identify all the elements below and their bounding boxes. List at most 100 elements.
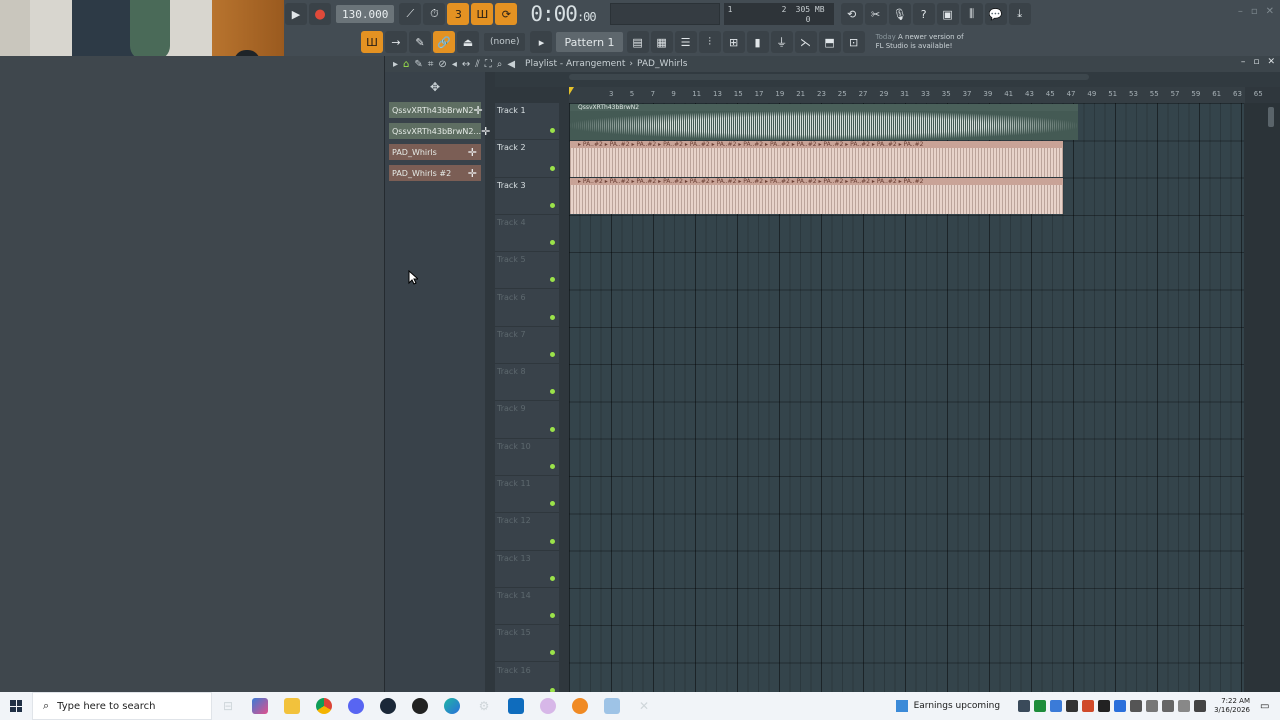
countdown-icon[interactable]: 3 (447, 3, 470, 25)
app-red-icon[interactable] (404, 692, 436, 720)
track-header[interactable]: Track 1 (495, 103, 559, 141)
vertical-scrollbar[interactable] (1244, 103, 1280, 693)
help-icon[interactable]: ? (912, 3, 935, 25)
slip-icon[interactable]: ↔ (462, 59, 470, 70)
mute-icon[interactable]: ◂ (452, 59, 457, 70)
paint-icon[interactable]: ✎ (414, 59, 422, 70)
download-icon[interactable]: ⤓ (1008, 3, 1031, 25)
picker-clip-item[interactable]: PAD_Whirls #2 ✛ (389, 165, 481, 181)
mixer-window-icon[interactable]: ⫶ (698, 31, 721, 53)
snap-icon[interactable]: Ш (361, 31, 383, 53)
picker-clip-item[interactable]: QssvXRTh43bBrwN2 ✛ (389, 102, 483, 118)
delete-icon[interactable]: ⊘ (438, 59, 446, 70)
track-mute-led[interactable] (550, 314, 555, 320)
metronome-icon[interactable]: ⟋ (399, 3, 422, 25)
app-pink-icon[interactable] (532, 692, 564, 720)
undo-icon[interactable]: ⟲ (840, 3, 863, 25)
track-mute-led[interactable] (550, 277, 555, 283)
news-widget[interactable]: Earnings upcoming (895, 700, 1000, 712)
record-button[interactable]: ● (309, 3, 331, 25)
slice-icon[interactable]: ⫽ (475, 59, 479, 70)
pencil-icon[interactable]: ✎ (409, 31, 431, 53)
select-icon[interactable]: ⛶ (485, 59, 492, 70)
plug-icon[interactable]: ⏚ (770, 31, 793, 53)
track-mute-led[interactable] (550, 613, 555, 619)
chrome-icon[interactable] (308, 692, 340, 720)
pattern-select[interactable]: Pattern 1 (556, 32, 623, 52)
pattern-clip-track2[interactable]: ▸ PA..#2 ▸ PA..#2 ▸ PA..#2 ▸ PA..#2 ▸ PA… (570, 141, 1063, 177)
track-header[interactable]: Track 14 (495, 588, 559, 626)
steam-icon[interactable] (372, 692, 404, 720)
track-header[interactable]: Track 12 (495, 513, 559, 551)
speaker-icon[interactable]: ◀ (507, 59, 515, 70)
track-header[interactable]: Track 3 (495, 178, 559, 215)
track-mute-led[interactable] (550, 389, 555, 395)
store-icon[interactable]: ⊡ (842, 31, 865, 53)
track-header[interactable]: Track 4 (495, 215, 559, 253)
save-icon[interactable]: ▣ (936, 3, 959, 25)
track-mute-led[interactable] (550, 128, 555, 134)
playlist-current-pattern[interactable]: PAD_Whirls (637, 59, 687, 69)
loop-record-icon[interactable]: ⟳ (495, 3, 518, 25)
vertical-scroll-thumb[interactable] (1268, 107, 1274, 127)
channel-rack-icon[interactable]: ☰ (674, 31, 697, 53)
snap-select[interactable]: (none) (484, 33, 526, 51)
close-icon[interactable]: ✕ (1266, 6, 1274, 17)
track-header[interactable]: Track 6 (495, 290, 559, 327)
link-icon[interactable]: 🔗 (433, 31, 455, 53)
pattern-prev-icon[interactable]: ▸ (530, 31, 553, 53)
playlist-minimize-icon[interactable]: – (1241, 57, 1246, 67)
fl-studio-icon[interactable] (564, 692, 596, 720)
pattern-clip-track3[interactable]: ▸ PA..#2 ▸ PA..#2 ▸ PA..#2 ▸ PA..#2 ▸ PA… (570, 178, 1063, 214)
track-mute-led[interactable] (550, 165, 555, 171)
capcut-icon[interactable]: ✕ (628, 692, 660, 720)
playlist-maximize-icon[interactable]: ▫ (1253, 57, 1259, 67)
track-mute-led[interactable] (550, 426, 555, 432)
wand-icon[interactable]: ⋋ (794, 31, 817, 53)
track-mute-led[interactable] (550, 352, 555, 358)
start-button[interactable] (0, 692, 32, 720)
arrangement-grid[interactable]: QssvXRTh43bBrwN2 ▸ PA..#2 ▸ PA..#2 ▸ PA.… (569, 103, 1245, 693)
taskbar-clock[interactable]: 7:22 AM 3/16/2026 (1214, 697, 1250, 715)
outlook-icon[interactable] (500, 692, 532, 720)
track-header[interactable]: Track 10 (495, 439, 559, 476)
chat-icon[interactable]: 💬 (984, 3, 1007, 25)
zoom-icon[interactable]: ⌕ (497, 59, 503, 70)
picker-clip-item[interactable]: PAD_Whirls ✛ (389, 144, 481, 160)
headphones-icon[interactable]: ⌂ (403, 59, 409, 70)
playlist-close-icon[interactable]: ✕ (1267, 57, 1275, 67)
maximize-icon[interactable]: ▫ (1251, 6, 1258, 17)
move-icon[interactable]: ✛ (468, 167, 477, 180)
picker-move-icon[interactable]: ✥ (385, 72, 485, 102)
playlist-icon[interactable]: ▤ (626, 31, 649, 53)
audio-clip-track1[interactable]: QssvXRTh43bBrwN2 (570, 104, 1078, 140)
track-mute-led[interactable] (550, 538, 555, 544)
horizontal-scrollbar[interactable] (569, 74, 1089, 80)
move-icon[interactable]: ✛ (473, 104, 482, 117)
track-header[interactable]: Track 11 (495, 476, 559, 514)
picker-clip-item[interactable]: QssvXRTh43bBrwN2... ✛ (389, 123, 490, 139)
cut-icon[interactable]: ✂ (864, 3, 887, 25)
notification-icon[interactable]: ▭ (1260, 701, 1280, 712)
tool-icon[interactable]: ⬒ (818, 31, 841, 53)
step-edit-icon[interactable]: Ш (471, 3, 494, 25)
task-view-icon[interactable]: ⊟ (212, 692, 244, 720)
play-button[interactable]: ▶ (285, 3, 307, 25)
stamp-icon[interactable]: ⏏ (457, 31, 479, 53)
track-mute-led[interactable] (550, 650, 555, 656)
song-position-marker[interactable] (569, 87, 574, 95)
track-header[interactable]: Track 7 (495, 327, 559, 365)
settings-icon[interactable]: ⚙ (468, 692, 500, 720)
track-mute-led[interactable] (550, 463, 555, 469)
song-time-display[interactable]: 0:00:00 (530, 2, 596, 26)
track-mute-led[interactable] (550, 501, 555, 507)
taskbar-search[interactable]: ⌕ Type here to search (32, 692, 212, 720)
update-news[interactable]: Today A newer version of FL Studio is av… (876, 33, 964, 51)
move-icon[interactable]: ✛ (468, 146, 477, 159)
copilot-icon[interactable] (244, 692, 276, 720)
track-mute-led[interactable] (550, 240, 555, 246)
edge-icon[interactable] (436, 692, 468, 720)
track-header[interactable]: Track 2 (495, 140, 559, 178)
track-header[interactable]: Track 13 (495, 551, 559, 588)
tempo-display[interactable]: 130.000 (336, 5, 395, 23)
